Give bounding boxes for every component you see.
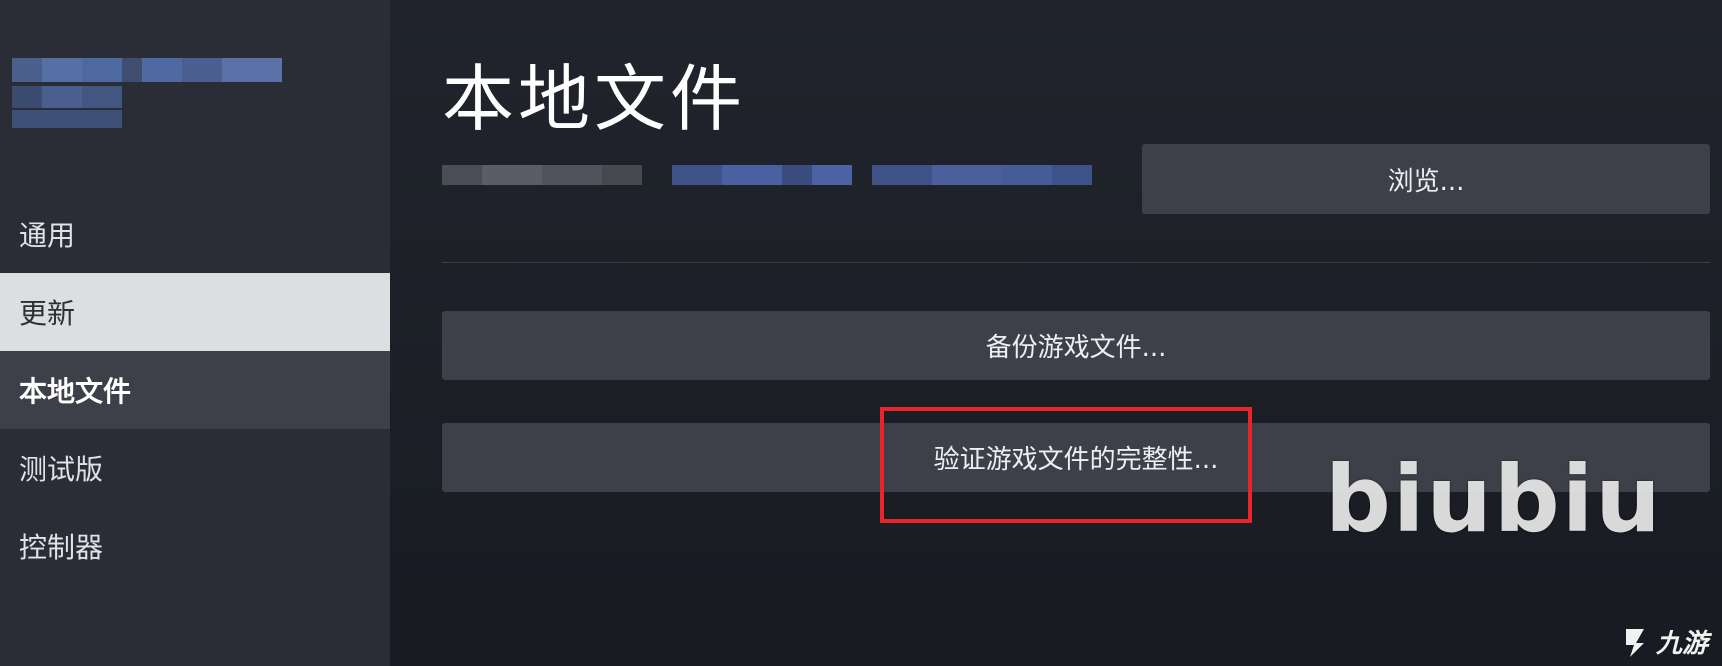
sidebar-item-updates[interactable]: 更新 bbox=[0, 273, 390, 351]
sidebar-item-general[interactable]: 通用 bbox=[0, 195, 390, 273]
backup-game-files-button[interactable]: 备份游戏文件... bbox=[442, 311, 1710, 380]
game-title-redacted bbox=[12, 58, 282, 128]
sidebar: 通用 更新 本地文件 测试版 控制器 bbox=[0, 0, 390, 666]
watermark-text: biubiu bbox=[1325, 446, 1663, 553]
sidebar-item-label: 测试版 bbox=[19, 453, 104, 486]
main-panel: 本地文件 浏览... 备份游戏文件... 验证游戏文件的完整性... biubi… bbox=[390, 0, 1722, 666]
browse-button-label: 浏览... bbox=[1387, 166, 1465, 197]
browse-button[interactable]: 浏览... bbox=[1142, 144, 1710, 214]
sidebar-item-label: 控制器 bbox=[19, 531, 104, 564]
nine-game-logo-icon bbox=[1625, 628, 1644, 657]
sidebar-item-label: 本地文件 bbox=[19, 375, 132, 408]
install-path-redacted bbox=[442, 165, 1092, 185]
verify-button-label: 验证游戏文件的完整性... bbox=[933, 445, 1219, 475]
sidebar-item-label: 通用 bbox=[19, 219, 76, 252]
corner-logo-text: 九游 bbox=[1655, 629, 1708, 659]
corner-logo: 九游 bbox=[1620, 623, 1708, 660]
page-title: 本地文件 bbox=[442, 57, 747, 141]
sidebar-item-label: 更新 bbox=[19, 297, 76, 330]
backup-button-label: 备份游戏文件... bbox=[985, 333, 1167, 363]
sidebar-item-controller[interactable]: 控制器 bbox=[0, 507, 390, 585]
sidebar-item-local-files[interactable]: 本地文件 bbox=[0, 351, 390, 429]
sidebar-item-betas[interactable]: 测试版 bbox=[0, 429, 390, 507]
divider bbox=[442, 262, 1710, 263]
